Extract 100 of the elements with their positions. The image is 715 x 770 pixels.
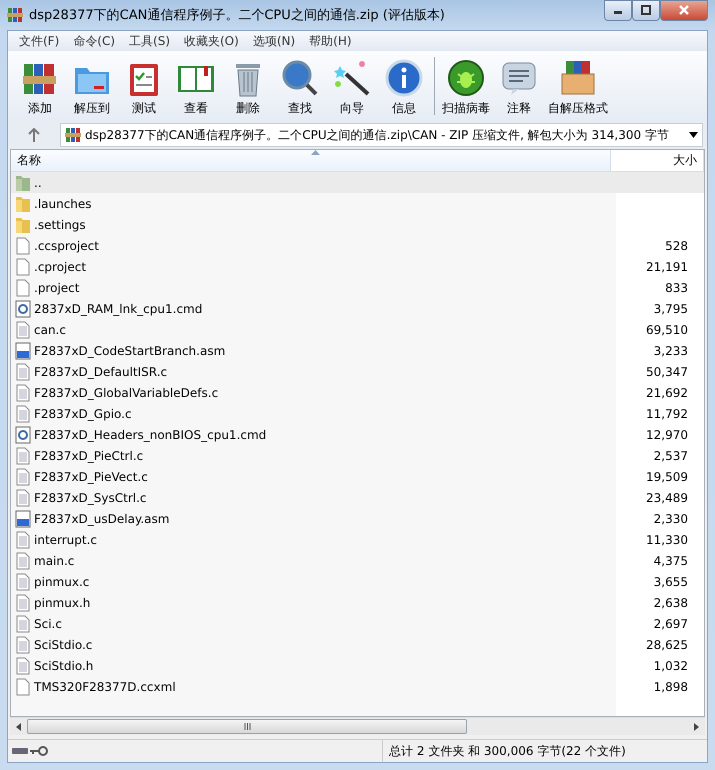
file-name: F2837xD_usDelay.asm xyxy=(34,512,170,526)
file-row[interactable]: F2837xD_PieCtrl.c 2,537 xyxy=(11,445,704,466)
maximize-button[interactable] xyxy=(632,0,660,20)
file-icon xyxy=(15,678,31,696)
file-name: F2837xD_GlobalVariableDefs.c xyxy=(34,386,218,400)
file-name: .launches xyxy=(34,196,92,210)
file-name: F2837xD_PieCtrl.c xyxy=(34,448,144,462)
file-row[interactable]: Sci.c 2,697 xyxy=(11,613,704,634)
toolbar-button[interactable]: 添加 xyxy=(14,56,66,119)
horizontal-scrollbar[interactable] xyxy=(10,717,705,735)
file-row[interactable]: SciStdio.c 28,625 xyxy=(11,634,704,655)
menu-item[interactable]: 收藏夹(O) xyxy=(177,32,246,50)
file-row[interactable]: .launches xyxy=(11,193,704,214)
file-name: .project xyxy=(34,280,80,294)
toolbar-button[interactable]: 注释 xyxy=(493,56,545,119)
minimize-button[interactable] xyxy=(604,0,632,20)
column-header[interactable]: 名称 xyxy=(11,150,611,171)
menu-item[interactable]: 工具(S) xyxy=(122,32,177,50)
file-row[interactable]: interrupt.c 11,330 xyxy=(11,529,704,550)
toolbar-button[interactable]: 向导 xyxy=(326,56,378,119)
file-row[interactable]: F2837xD_SysCtrl.c 23,489 xyxy=(11,487,704,508)
toolbar-button[interactable]: 信息 xyxy=(378,56,430,119)
file-name: F2837xD_PieVect.c xyxy=(34,470,148,484)
scroll-thumb[interactable] xyxy=(27,719,467,734)
text-file-icon xyxy=(15,362,31,380)
menu-item[interactable]: 选项(N) xyxy=(246,32,302,50)
file-row[interactable]: F2837xD_Gpio.c 11,792 xyxy=(11,403,704,424)
address-path: dsp28377下的CAN通信程序例子。二个CPU之间的通信.zip\CAN - ZIP 压缩文件, 解包大小为 314,300 字节 xyxy=(85,126,670,144)
file-row[interactable]: main.c 4,375 xyxy=(11,550,704,571)
scroll-left-icon[interactable] xyxy=(16,722,21,730)
text-file-icon xyxy=(15,656,31,674)
file-size: 2,638 xyxy=(652,596,689,610)
file-row[interactable]: .. xyxy=(11,172,704,193)
menu-item[interactable]: 帮助(H) xyxy=(302,32,359,50)
menu-item[interactable]: 文件(F) xyxy=(12,32,66,50)
file-size: 3,233 xyxy=(652,344,689,358)
file-size: 2,330 xyxy=(652,512,689,526)
file-size: 11,792 xyxy=(645,406,689,420)
window-title: dsp28377下的CAN通信程序例子。二个CPU之间的通信.zip (评估版本) xyxy=(29,7,446,24)
file-row[interactable]: pinmux.h 2,638 xyxy=(11,592,704,613)
file-icon xyxy=(15,278,31,296)
file-row[interactable]: can.c 69,510 xyxy=(11,319,704,340)
file-name: Sci.c xyxy=(34,616,62,630)
file-row[interactable]: SciStdio.h 1,032 xyxy=(11,655,704,676)
file-row[interactable]: pinmux.c 3,655 xyxy=(11,571,704,592)
file-name: F2837xD_Gpio.c xyxy=(34,406,132,420)
folder-icon xyxy=(15,216,31,234)
folder-icon xyxy=(15,194,31,212)
status-summary: 总计 2 文件夹 和 300,006 字节(22 个文件) xyxy=(388,742,626,760)
toolbar-button[interactable]: 测试 xyxy=(118,56,170,119)
address-field[interactable]: dsp28377下的CAN通信程序例子。二个CPU之间的通信.zip\CAN - ZIP 压缩文件, 解包大小为 314,300 字节 xyxy=(60,123,703,147)
file-row[interactable]: F2837xD_DefaultISR.c 50,347 xyxy=(11,361,704,382)
file-row[interactable]: F2837xD_GlobalVariableDefs.c 21,692 xyxy=(11,382,704,403)
gear-file-icon xyxy=(15,426,31,444)
text-file-icon xyxy=(15,488,31,506)
text-file-icon xyxy=(15,552,31,570)
text-file-icon xyxy=(15,636,31,654)
archive-icon xyxy=(65,127,81,143)
file-name: pinmux.h xyxy=(34,596,90,610)
asm-file-icon xyxy=(15,510,31,528)
file-size: 3,655 xyxy=(652,574,689,588)
menu-item[interactable]: 命令(C) xyxy=(66,32,122,50)
file-name: .ccsproject xyxy=(34,238,99,252)
file-row[interactable]: .project 833 xyxy=(11,277,704,298)
close-button[interactable] xyxy=(660,0,708,20)
toolbar-button[interactable]: 删除 xyxy=(222,56,274,119)
file-row[interactable]: 2837xD_RAM_lnk_cpu1.cmd 3,795 xyxy=(11,298,704,319)
file-row[interactable]: F2837xD_usDelay.asm 2,330 xyxy=(11,508,704,529)
text-file-icon xyxy=(15,384,31,402)
file-row[interactable]: .cproject 21,191 xyxy=(11,256,704,277)
file-name: SciStdio.h xyxy=(34,658,94,672)
file-size: 833 xyxy=(664,280,689,294)
scroll-right-icon[interactable] xyxy=(694,722,699,730)
file-size: 23,489 xyxy=(645,490,689,504)
file-name: .. xyxy=(34,176,42,190)
file-row[interactable]: TMS320F28377D.ccxml 1,898 xyxy=(11,676,704,697)
magic-wand-icon xyxy=(332,58,372,98)
text-file-icon xyxy=(15,594,31,612)
file-row[interactable]: .settings xyxy=(11,214,704,235)
text-file-icon xyxy=(15,614,31,632)
dropdown-caret-icon[interactable] xyxy=(689,132,698,138)
info-icon xyxy=(384,58,424,98)
magnifier-icon xyxy=(280,58,320,98)
toolbar-button[interactable]: 扫描病毒 xyxy=(439,56,493,119)
toolbar-button[interactable]: 查看 xyxy=(170,56,222,119)
file-icon xyxy=(15,236,31,254)
file-row[interactable]: F2837xD_CodeStartBranch.asm 3,233 xyxy=(11,340,704,361)
file-row[interactable]: F2837xD_Headers_nonBIOS_cpu1.cmd 12,970 xyxy=(11,424,704,445)
column-header[interactable]: 大小 xyxy=(611,150,704,171)
file-row[interactable]: .ccsproject 528 xyxy=(11,235,704,256)
file-name: F2837xD_Headers_nonBIOS_cpu1.cmd xyxy=(34,428,266,442)
drive-icon xyxy=(12,746,28,756)
text-file-icon xyxy=(15,530,31,548)
toolbar-button[interactable]: 查找 xyxy=(274,56,326,119)
file-size: 12,970 xyxy=(645,428,689,442)
file-row[interactable]: F2837xD_PieVect.c 19,509 xyxy=(11,466,704,487)
toolbar-button[interactable]: 解压到 xyxy=(66,56,118,119)
asm-file-icon xyxy=(15,342,31,360)
file-name: pinmux.c xyxy=(34,574,90,588)
toolbar-button[interactable]: 自解压格式 xyxy=(545,56,611,119)
